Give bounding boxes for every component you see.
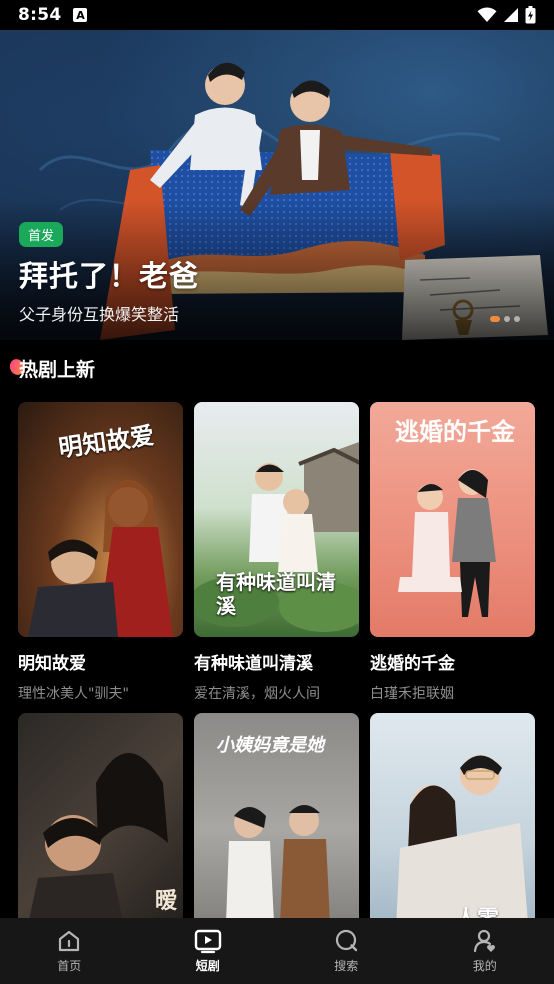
drama-description: 白瑾禾拒联姻 xyxy=(370,686,454,702)
drama-poster[interactable]: 逃婚的千金 xyxy=(370,402,535,637)
drama-title: 明知故爱 xyxy=(18,654,86,674)
poster-title-text: 暧 xyxy=(155,888,178,914)
drama-title: 有种味道叫清溪 xyxy=(194,654,313,674)
poster-title-text: 有种味道叫清溪 xyxy=(216,570,336,618)
poster-title-text: 逃婚的千金 xyxy=(395,417,515,446)
signal-icon xyxy=(504,8,518,22)
status-icons xyxy=(477,6,536,24)
hero-subtitle: 父子身份互换爆笑整活 xyxy=(19,305,180,324)
carousel-indicator xyxy=(490,316,520,322)
drama-card[interactable]: 明知故爱 明知故爱 理性冰美人"驯夫" xyxy=(18,402,183,703)
battery-icon xyxy=(525,6,536,24)
drama-poster[interactable]: 小姨妈竟是她 xyxy=(194,713,359,948)
poster-title-text: 小姨妈竟是她 xyxy=(216,735,324,756)
wifi-icon xyxy=(477,7,497,23)
drama-poster[interactable]: 明知故爱 xyxy=(18,402,183,637)
nav-short-drama-label: 短剧 xyxy=(195,959,220,973)
nav-home-label: 首页 xyxy=(57,959,82,973)
drama-card[interactable]: 逃婚的千金 逃婚的千金 白瑾禾拒联姻 xyxy=(370,402,535,703)
drama-poster[interactable]: 暧 xyxy=(18,713,183,948)
nav-short-drama[interactable]: 短剧 xyxy=(139,918,278,984)
drama-poster[interactable]: 有种味道叫清溪 xyxy=(194,402,359,637)
nav-profile-label: 我的 xyxy=(472,959,497,973)
notification-a-icon: A xyxy=(73,8,88,22)
search-icon xyxy=(336,929,358,952)
carousel-dot xyxy=(504,316,510,322)
nav-home[interactable]: 首页 xyxy=(0,918,139,984)
poster-artwork xyxy=(395,755,530,948)
drama-poster[interactable]: 人零 xyxy=(370,713,535,948)
section-title: 热剧上新 xyxy=(19,359,96,381)
drama-description: 爱在清溪，烟火人间 xyxy=(194,686,320,702)
carousel-dot xyxy=(514,316,520,322)
hero-title: 拜托了！老爸 xyxy=(19,259,200,293)
nav-search[interactable]: 搜索 xyxy=(277,918,416,984)
drama-title: 逃婚的千金 xyxy=(370,654,455,674)
status-time: 8:54 xyxy=(18,5,62,25)
hero-banner[interactable]: 首发 拜托了！老爸 父子身份互换爆笑整活 xyxy=(0,30,554,340)
bottom-nav: 首页 短剧 搜索 我的 xyxy=(0,918,554,984)
drama-description: 理性冰美人"驯夫" xyxy=(18,686,129,702)
carousel-dot-active xyxy=(490,316,500,322)
nav-search-label: 搜索 xyxy=(334,959,359,973)
premiere-badge: 首发 xyxy=(19,222,64,247)
status-bar: 8:54 A xyxy=(0,0,554,30)
profile-icon xyxy=(473,929,495,953)
nav-profile[interactable]: 我的 xyxy=(416,918,554,984)
play-icon xyxy=(194,929,221,954)
drama-card[interactable]: 有种味道叫清溪 有种味道叫清溪 爱在清溪，烟火人间 xyxy=(194,402,359,703)
home-icon xyxy=(59,930,80,952)
